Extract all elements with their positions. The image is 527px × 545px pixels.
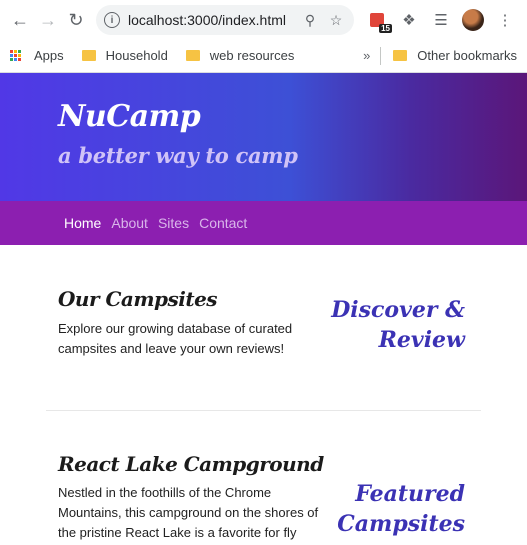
bookmarks-bar: Apps Household web resources » Other boo…: [0, 40, 527, 71]
extensions-puzzle-icon[interactable]: ❖: [396, 7, 422, 33]
back-icon[interactable]: ←: [6, 6, 34, 34]
bookmark-web-resources[interactable]: web resources: [185, 48, 295, 63]
info-icon[interactable]: i: [104, 12, 120, 28]
forward-icon[interactable]: →: [34, 6, 62, 34]
media-control-icon[interactable]: ☰: [428, 7, 454, 33]
section-side-heading: Discover & Review: [331, 297, 465, 353]
brand-tagline: a better way to camp: [58, 143, 298, 168]
section-text: Nestled in the foothills of the Chrome M…: [58, 485, 319, 540]
main-content: Our Campsites Explore our growing databa…: [0, 245, 527, 545]
bookmark-apps[interactable]: Apps: [10, 48, 64, 63]
brand-title: NuCamp: [58, 99, 201, 134]
bookmark-other[interactable]: Other bookmarks: [393, 48, 517, 63]
browser-toolbar: ← → ↻ i localhost:3000/index.html ⚲ ☆ 15…: [0, 0, 527, 40]
section-title: Our Campsites: [58, 287, 218, 311]
bookmark-web-resources-label: web resources: [209, 48, 295, 63]
bookmarks-divider: [380, 46, 382, 65]
section-title: React Lake Campground: [58, 452, 324, 476]
more-bookmarks-chevron-icon[interactable]: »: [363, 48, 370, 63]
profile-avatar[interactable]: [460, 7, 486, 33]
bookmark-household[interactable]: Household: [81, 48, 168, 63]
reload-icon[interactable]: ↻: [62, 6, 90, 34]
todoist-extension-icon[interactable]: 15: [364, 7, 392, 33]
section-side-heading: Featured Campsites: [337, 481, 465, 537]
section-divider: [46, 410, 481, 411]
nav-home[interactable]: Home: [64, 215, 101, 231]
site-navbar: Home About Sites Contact: [0, 201, 527, 245]
url-text[interactable]: localhost:3000/index.html: [128, 12, 294, 28]
zoom-icon[interactable]: ⚲: [300, 12, 320, 29]
nav-about[interactable]: About: [111, 215, 148, 231]
extension-badge: 15: [379, 24, 392, 33]
site-header: NuCamp a better way to camp: [0, 73, 527, 201]
folder-icon: [81, 50, 96, 61]
bookmark-other-label: Other bookmarks: [417, 48, 517, 63]
folder-icon: [393, 50, 408, 61]
bookmark-apps-label: Apps: [34, 48, 64, 63]
bookmark-household-label: Household: [105, 48, 168, 63]
bookmark-star-icon[interactable]: ☆: [326, 12, 346, 29]
apps-grid-icon: [10, 49, 22, 62]
nav-sites[interactable]: Sites: [158, 215, 189, 231]
folder-icon: [185, 50, 200, 61]
menu-kebab-icon[interactable]: ⋮: [492, 7, 518, 33]
nav-contact[interactable]: Contact: [199, 215, 247, 231]
browser-chrome: ← → ↻ i localhost:3000/index.html ⚲ ☆ 15…: [0, 0, 527, 73]
address-bar[interactable]: i localhost:3000/index.html ⚲ ☆: [96, 5, 354, 35]
section-text: Explore our growing database of curated …: [58, 321, 293, 356]
